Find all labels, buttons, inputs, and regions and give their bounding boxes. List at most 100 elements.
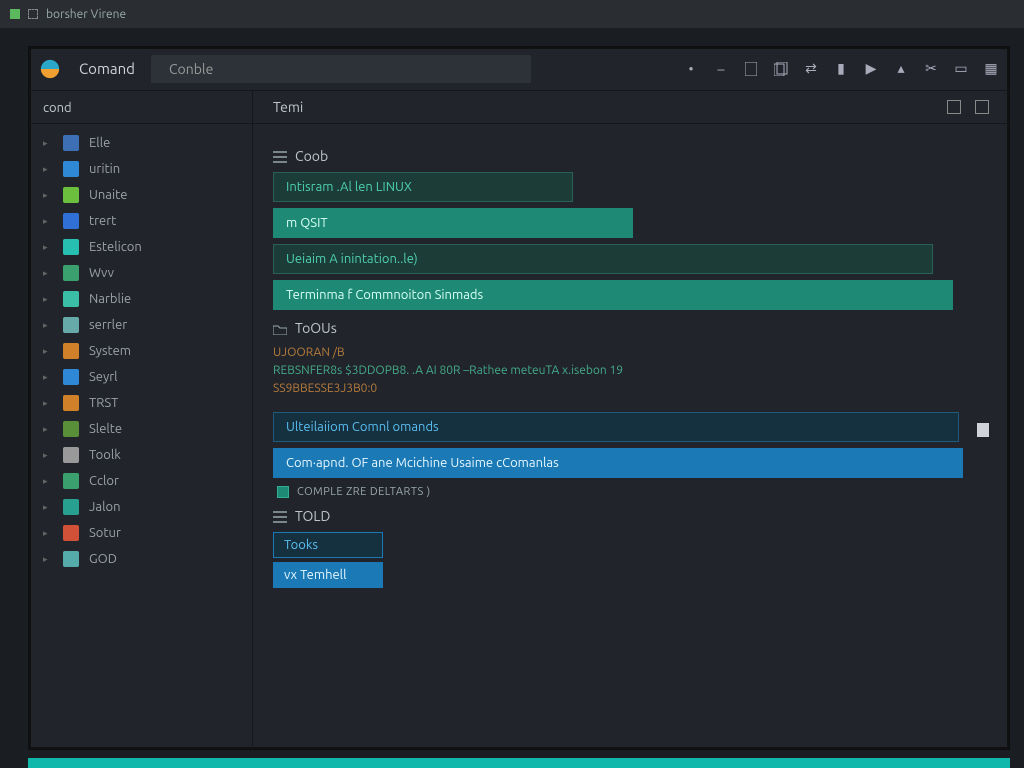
menu-icon [273,510,287,522]
sidebar-item-trst[interactable]: ▸ TRST [29,390,252,416]
told-item-1[interactable]: vx Temhell [273,562,383,588]
workspace: cond ▸ Elle ▸ uritin ▸ Unaite ▸trert ▸ Estelicon… [29,91,1009,749]
app-title: Comand [69,52,145,85]
chevron-icon: ▸ [43,268,53,279]
action-grid-icon[interactable]: ▦ [983,61,999,77]
file-tab[interactable]: Conble [151,55,531,83]
chevron-icon: ▸ [43,164,53,175]
sidebar-item-label: Toolk [89,448,121,462]
window-frame-icon [28,9,38,19]
action-pause-icon[interactable]: ▮ [833,61,849,77]
sidebar-item-wvv[interactable]: ▸ Wvv [29,260,252,286]
sidebar-item-slelte[interactable]: ▸Slelte [29,416,252,442]
sidebar-list: ▸Elle▸uritin▸Unaite▸trert▸Estelicon▸Wvv▸… [29,124,252,749]
sidebar-item-label: Unaite [89,188,127,202]
sidebar-item-label: Sotur [89,526,121,540]
category-icon [63,317,79,333]
category-icon [63,187,79,203]
main-header: Temi [253,91,1009,124]
sidebar-item-label: Cclor [89,474,119,488]
panel-maximize-icon[interactable] [975,100,989,114]
category-icon [63,161,79,177]
chevron-icon: ▸ [43,424,53,435]
chevron-icon: ▸ [43,138,53,149]
app-logo-icon [39,58,61,80]
chevron-icon: ▸ [43,372,53,383]
sidebar-item-label: Jalon [89,500,121,514]
chevron-icon: ▸ [43,190,53,201]
category-icon [63,135,79,151]
coob-item-0[interactable]: Intisram .Al len LINUX [273,172,573,202]
sidebar-item-label: GOD [89,552,117,566]
told-item-0[interactable]: Tooks [273,532,383,558]
sidebar-title: cond [29,91,252,124]
action-cut-icon[interactable]: ▴ [893,61,909,77]
section-tools-header[interactable]: ToOUs [273,320,989,336]
window-indicator-icon [10,9,20,19]
sidebar-item-serrler[interactable]: ▸ serrler [29,312,252,338]
category-icon [63,421,79,437]
complete-checkbox[interactable] [277,486,289,498]
sidebar-item-seyrl[interactable]: ▸Seyrl [29,364,252,390]
chevron-icon: ▸ [43,450,53,461]
category-icon [63,291,79,307]
sidebar-item-elle[interactable]: ▸ Elle [29,130,252,156]
sidebar-item-god[interactable]: ▸GOD [29,546,252,572]
sidebar-item-narblie[interactable]: ▸ Narblie [29,286,252,312]
chevron-icon: ▸ [43,242,53,253]
sidebar-item-estelicon[interactable]: ▸ Estelicon [29,234,252,260]
sidebar-item-label: Elle [89,136,110,150]
coob-item-1[interactable]: m QSIT [273,208,633,238]
action-dot-icon[interactable]: • [683,61,699,77]
chevron-icon: ▸ [43,476,53,487]
sidebar-item-label: uritin [89,162,120,176]
tools-item-1[interactable]: Com·apnd. OF ane Mcichine Usaime cComanl… [273,448,963,478]
chevron-icon: ▸ [43,320,53,331]
chevron-icon: ▸ [43,398,53,409]
sidebar-item-label: System [89,344,131,358]
action-docs-icon[interactable] [773,61,789,77]
main-toolbar: Comand Conble • – ⇄ ▮ ▶ ▴ ✂ ▭ ▦ [29,47,1009,91]
sidebar-item-uritin[interactable]: ▸ uritin [29,156,252,182]
category-icon [63,499,79,515]
sidebar-item-label: TRST [89,396,118,410]
category-icon [63,369,79,385]
action-arrow-icon[interactable]: ⇄ [803,61,819,77]
app-window: Comand Conble • – ⇄ ▮ ▶ ▴ ✂ ▭ ▦ cond ▸ El… [28,46,1010,750]
panel-columns-icon[interactable] [947,100,961,114]
complete-checkbox-label: COMPlE zre deltarts ) [297,486,431,498]
section-coob-header[interactable]: Coob [273,148,989,164]
action-box-icon[interactable]: ▭ [953,61,969,77]
action-dash-icon[interactable]: – [713,61,729,77]
os-titlebar: borsher Virene [0,0,1024,28]
sidebar-item-jalon[interactable]: ▸Jalon [29,494,252,520]
section-told-header[interactable]: TOLD [273,508,989,524]
chevron-icon: ▸ [43,346,53,357]
sidebar-item-label: serrler [89,318,127,332]
window-title: borsher Virene [46,8,126,21]
sidebar-item-trert[interactable]: ▸trert [29,208,252,234]
category-icon [63,525,79,541]
coob-item-2[interactable]: Ueiaim A inintation..le) [273,244,933,274]
category-icon [63,551,79,567]
action-scissors-icon[interactable]: ✂ [923,61,939,77]
sidebar-item-toolk[interactable]: ▸ Toolk [29,442,252,468]
sidebar-item-cclor[interactable]: ▸ Cclor [29,468,252,494]
sidebar-item-system[interactable]: ▸ System [29,338,252,364]
sidebar-item-label: Estelicon [89,240,142,254]
folder-icon [273,322,287,334]
main-panel: Temi Coob Intisram .Al len LINUX m QSIT … [253,91,1009,749]
sidebar: cond ▸ Elle ▸ uritin ▸ Unaite ▸trert ▸ Estelicon… [29,91,253,749]
category-icon [63,239,79,255]
scroll-marker-icon [977,423,989,437]
action-doc-icon[interactable] [743,61,759,77]
status-bar [28,758,1010,768]
tools-item-0[interactable]: Ulteilaiiom Comnl omands [273,412,959,442]
coob-item-3[interactable]: Terminma f Commnoiton Sinmads [273,280,953,310]
sidebar-item-sotur[interactable]: ▸Sotur [29,520,252,546]
sidebar-item-label: Narblie [89,292,131,306]
sidebar-item-label: Wvv [89,266,114,280]
sidebar-item-unaite[interactable]: ▸ Unaite [29,182,252,208]
chevron-icon: ▸ [43,294,53,305]
action-play-icon[interactable]: ▶ [863,61,879,77]
